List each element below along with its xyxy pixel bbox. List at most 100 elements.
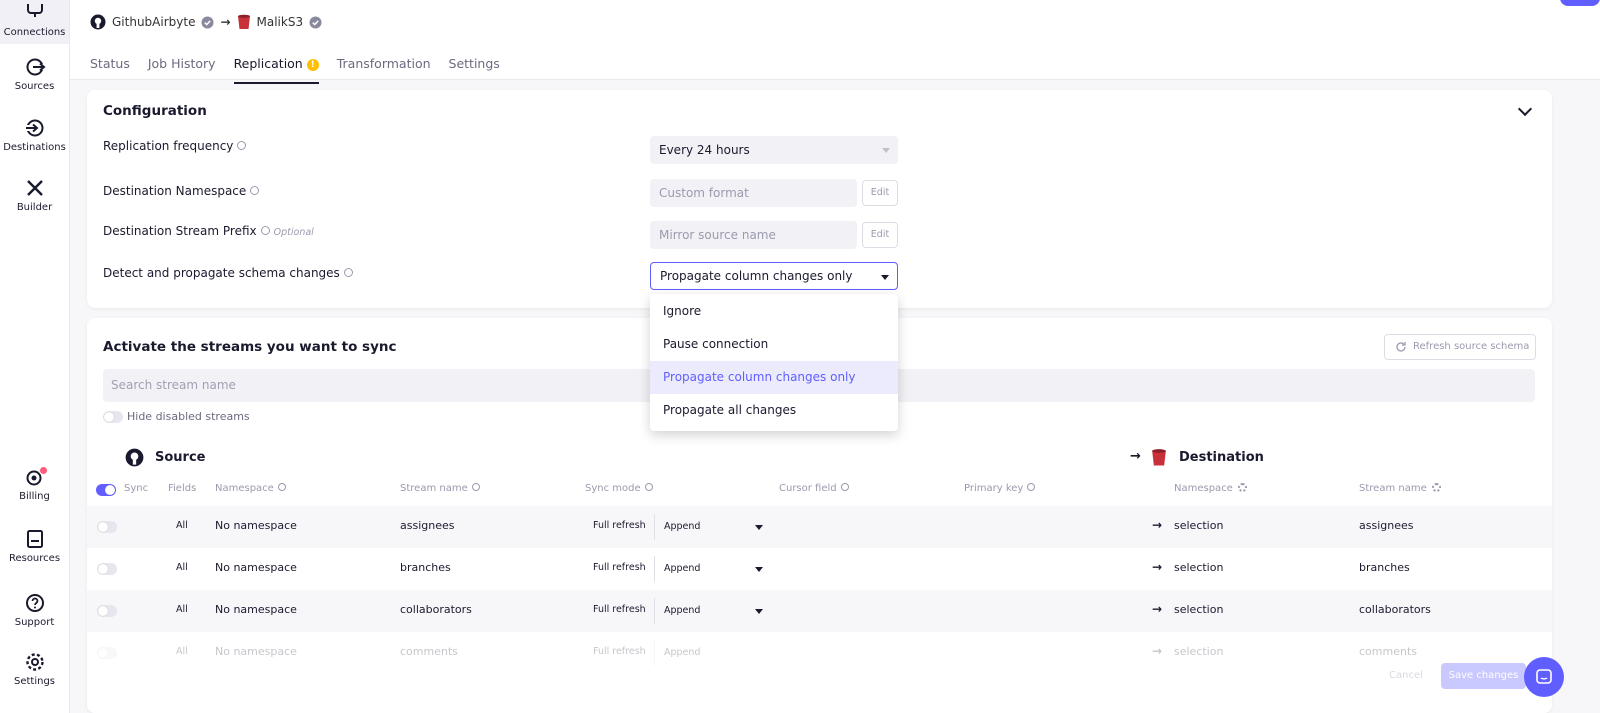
cancel-button[interactable]: Cancel [1380,663,1432,689]
namespace-edit-button[interactable]: Edit [862,180,898,206]
s3-bucket-icon [237,14,250,29]
tab-job-history[interactable]: Job History [148,54,216,84]
sidebar-item-billing[interactable]: Billing [0,466,69,502]
stream-name-cell: collaborators [400,603,472,616]
support-icon [25,594,44,612]
hide-disabled-toggle[interactable] [103,411,123,423]
caret-down-icon [755,567,763,572]
destinations-icon [23,119,43,137]
caret-down-icon [882,148,890,153]
arrow-right-icon: → [220,15,231,29]
sync-mode-select[interactable]: Append [654,598,766,624]
sidebar-item-settings[interactable]: Settings [0,651,69,687]
info-icon [260,226,270,235]
fields-cell[interactable]: All [176,520,188,531]
stream-sync-toggle[interactable] [97,647,117,659]
connections-icon [26,4,43,17]
gear-icon[interactable] [1237,483,1247,492]
sidebar-item-label: Billing [19,491,50,502]
destination-heading: Destination [1179,450,1264,465]
connection-enabled-toggle[interactable] [1560,0,1600,6]
fields-cell[interactable]: All [176,604,188,615]
save-changes-button[interactable]: Save changes [1441,663,1526,689]
sync-mode-select[interactable]: Append [654,640,766,666]
arrow-right-icon: → [1152,644,1163,658]
warning-icon: ! [306,59,319,71]
schema-changes-select[interactable]: Propagate column changes only [650,262,898,290]
destination-name[interactable]: MalikS3 [257,15,304,29]
stream-sync-toggle[interactable] [97,521,117,533]
tab-settings[interactable]: Settings [449,54,500,84]
sidebar-item-destinations[interactable]: Destinations [0,117,69,153]
sidebar-item-label: Support [14,617,55,628]
col-header-sync: Sync [124,483,149,494]
stream-prefix-label: Destination Stream Prefix Optional [103,224,314,238]
col-header-fields: Fields [168,483,197,494]
table-row[interactable]: All No namespace assignees Full refresh … [87,506,1552,548]
col-header-dest-namespace: Namespace [1174,483,1247,494]
stream-name-cell: assignees [400,519,455,532]
arrow-right-icon: → [1152,560,1163,574]
tab-status[interactable]: Status [90,54,130,84]
schema-changes-menu: Ignore Pause connection Propagate column… [650,294,898,431]
hide-disabled-label: Hide disabled streams [127,410,250,423]
sync-mode-select[interactable]: Append [654,514,766,540]
sidebar: Connections Sources Destinations Builder… [0,0,70,713]
stream-sync-toggle[interactable] [97,605,117,617]
sync-mode-select[interactable]: Append [654,556,766,582]
configuration-title: Configuration [103,103,207,119]
replication-frequency-select[interactable]: Every 24 hours [650,136,898,164]
schema-changes-label: Detect and propagate schema changes [103,266,353,280]
github-icon [125,448,144,467]
dest-namespace-cell: selection [1174,603,1224,616]
arrow-right-icon: → [1152,518,1163,532]
info-icon [644,483,653,491]
dest-namespace-cell: selection [1174,561,1224,574]
caret-down-icon [755,525,763,530]
fields-cell[interactable]: All [176,562,188,573]
menu-item-pause-connection[interactable]: Pause connection [650,328,898,361]
destination-namespace-label: Destination Namespace [103,184,260,198]
menu-item-propagate-all-changes[interactable]: Propagate all changes [650,394,898,427]
prefix-edit-button[interactable]: Edit [862,222,898,248]
chat-widget-button[interactable] [1524,657,1564,697]
arrow-right-icon: → [1152,602,1163,616]
menu-item-ignore[interactable]: Ignore [650,295,898,328]
sidebar-item-resources[interactable]: Resources [0,528,69,564]
chevron-down-icon[interactable] [1517,101,1533,117]
sync-mode-cell: Full refresh [593,520,646,531]
stream-prefix-field[interactable]: Mirror source name [650,221,857,249]
sidebar-item-label: Settings [13,676,55,687]
col-header-sync-mode: Sync mode [585,483,653,494]
replication-frequency-label: Replication frequency [103,139,247,153]
namespace-cell: No namespace [215,519,297,532]
info-icon [1027,483,1036,491]
destination-namespace-field[interactable]: Custom format [650,179,857,207]
info-icon [840,483,849,491]
gear-icon[interactable] [1431,483,1441,492]
verified-icon [201,16,214,28]
sidebar-item-connections[interactable]: Connections [0,0,69,44]
table-row[interactable]: All No namespace branches Full refresh A… [87,548,1552,590]
resources-icon [26,530,43,548]
stream-sync-toggle[interactable] [97,563,117,575]
refresh-schema-button[interactable]: Refresh source schema [1384,334,1536,360]
chat-icon [1536,669,1552,684]
dest-stream-cell: comments [1359,645,1417,658]
info-icon [250,186,260,195]
sidebar-item-sources[interactable]: Sources [0,56,69,92]
table-row[interactable]: All No namespace collaborators Full refr… [87,590,1552,632]
dest-namespace-cell: selection [1174,519,1224,532]
menu-item-propagate-column-changes[interactable]: Propagate column changes only [650,361,898,394]
sync-mode-cell: Full refresh [593,562,646,573]
source-name[interactable]: GithubAirbyte [112,15,195,29]
namespace-cell: No namespace [215,645,297,658]
tab-transformation[interactable]: Transformation [337,54,431,84]
sidebar-item-support[interactable]: Support [0,592,69,628]
fields-cell[interactable]: All [176,646,188,657]
sync-all-toggle[interactable] [96,484,116,496]
table-row[interactable]: All No namespace comments Full refresh A… [87,632,1552,674]
sidebar-item-label: Connections [3,27,66,38]
tab-replication[interactable]: Replication! [233,54,319,84]
sidebar-item-builder[interactable]: Builder [0,177,69,213]
